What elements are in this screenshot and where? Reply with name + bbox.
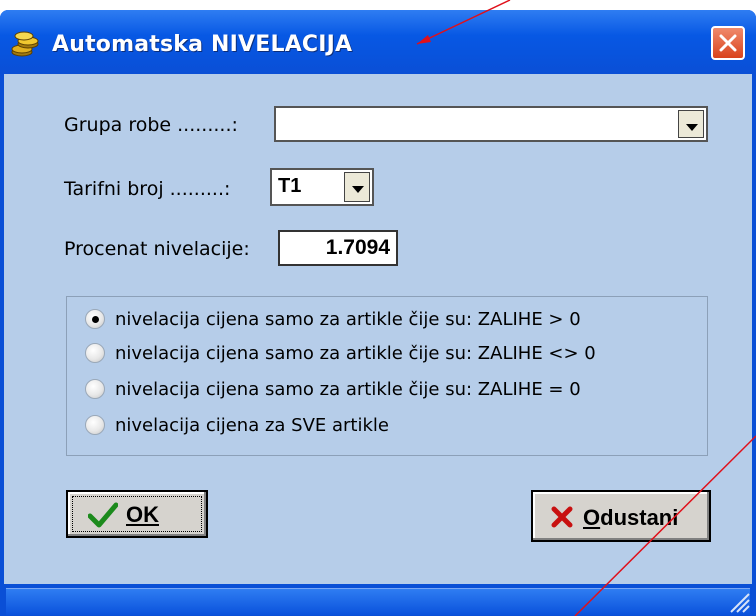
ok-label: OK (126, 502, 159, 527)
radio-button[interactable] (85, 379, 105, 399)
tarifni-broj-value: T1 (278, 175, 302, 197)
window-title: Automatska NIVELACIJA (52, 32, 353, 57)
radio-button[interactable] (85, 309, 105, 329)
option-label: nivelacija cijena samo za artikle čije s… (115, 309, 581, 330)
procenat-label: Procenat nivelacije: (64, 238, 250, 260)
option-label: nivelacija cijena samo za artikle čije s… (115, 343, 596, 364)
checkmark-icon (88, 502, 118, 528)
x-mark-icon (551, 506, 573, 528)
close-button[interactable] (711, 26, 745, 60)
options-group: nivelacija cijena samo za artikle čije s… (66, 296, 708, 456)
cancel-mnemonic: O (583, 505, 601, 530)
chevron-down-icon[interactable] (678, 110, 704, 138)
resize-grip-icon[interactable] (725, 586, 751, 614)
coins-icon (10, 30, 40, 58)
status-bar-panel (6, 588, 750, 615)
grupa-robe-dropdown[interactable] (274, 106, 708, 142)
chevron-down-icon[interactable] (344, 172, 370, 202)
procenat-input[interactable]: 1.7094 (278, 230, 398, 266)
radio-button[interactable] (85, 343, 105, 363)
cancel-label: Odustani (583, 505, 678, 531)
cancel-button[interactable]: Odustani (531, 490, 711, 542)
radio-button[interactable] (85, 415, 105, 435)
tarifni-broj-dropdown[interactable]: T1 (270, 168, 374, 206)
option-label: nivelacija cijena samo za artikle čije s… (115, 379, 581, 400)
close-icon (719, 34, 737, 52)
tarifni-broj-label: Tarifni broj .........: (64, 178, 231, 200)
cancel-label-rest: dustani (600, 505, 679, 530)
status-bar (0, 584, 756, 616)
option-label: nivelacija cijena za SVE artikle (115, 415, 389, 436)
grupa-robe-label: Grupa robe .........: (64, 114, 238, 136)
title-bar[interactable]: Automatska NIVELACIJA (0, 10, 756, 74)
ok-button[interactable]: OK (66, 490, 208, 538)
